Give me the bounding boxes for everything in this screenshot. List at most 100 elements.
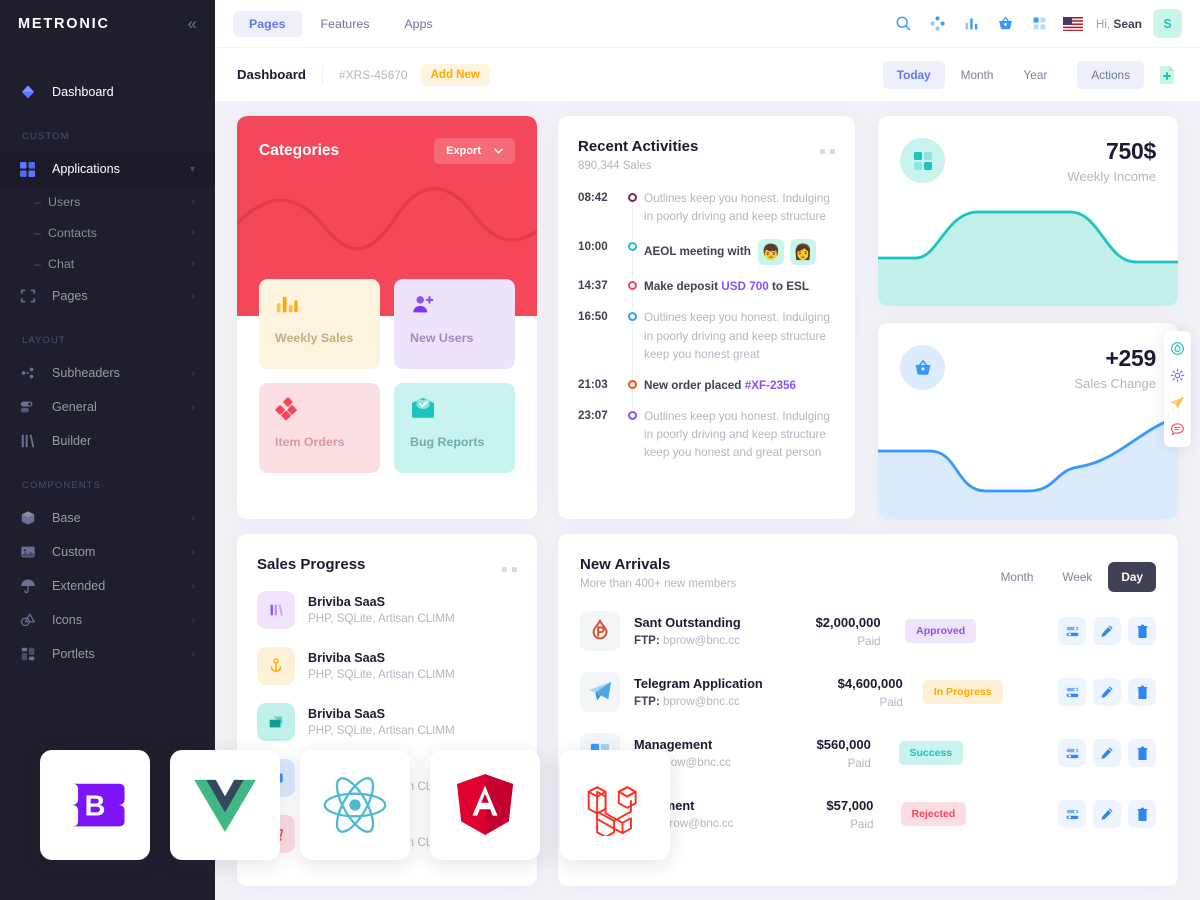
sales-progress-row[interactable]: Briviba SaaS PHP, SQLite, Artisan CLIMM (257, 703, 517, 741)
basket-icon[interactable] (990, 9, 1020, 39)
weekly-income-chart (878, 210, 1178, 306)
top-tabs: Pages Features Apps (233, 10, 449, 37)
sidebar-item-icons[interactable]: Icons › (0, 603, 215, 637)
sales-progress-text: Briviba SaaS PHP, SQLite, Artisan CLIMM (308, 707, 455, 737)
filter-today[interactable]: Today (882, 60, 945, 89)
activity-row: 10:00 AEOL meeting with 👦 👩 (578, 239, 835, 279)
categories-card: Categories Export Weekly Sales New Users (237, 116, 537, 519)
chart-bar-icon[interactable] (956, 9, 986, 39)
sidebar-item-custom[interactable]: Custom › (0, 535, 215, 569)
segment-month[interactable]: Month (988, 562, 1047, 592)
subheader-actions: Today Month Year Actions (882, 60, 1178, 89)
send-icon[interactable] (1164, 389, 1191, 416)
settings-icon[interactable] (1058, 739, 1086, 767)
tile-bug-reports[interactable]: Bug Reports (394, 383, 515, 473)
sidebar-label: Applications (52, 162, 120, 176)
sidebar-item-portlets[interactable]: Portlets › (0, 637, 215, 671)
recent-activities-card: Recent Activities 890,344 Sales 08:42 Out… (558, 116, 855, 519)
greeting: Hi, Sean (1096, 17, 1142, 31)
activity-link[interactable]: USD 700 (721, 280, 768, 293)
trash-icon[interactable] (1128, 678, 1156, 706)
sidebar-label: Contacts (48, 225, 97, 240)
tile-new-users[interactable]: New Users (394, 279, 515, 369)
tile-item-orders[interactable]: Item Orders (259, 383, 380, 473)
tile-weekly-sales[interactable]: Weekly Sales (259, 279, 380, 369)
add-file-icon[interactable] (1156, 63, 1178, 87)
settings-icon[interactable] (1058, 617, 1086, 645)
gear-icon[interactable] (1164, 362, 1191, 389)
activity-row: 16:50 Outlines keep you honest. Indulging… (578, 309, 835, 377)
tab-pages[interactable]: Pages (233, 10, 302, 37)
tab-features[interactable]: Features (305, 11, 386, 37)
segment-week[interactable]: Week (1049, 562, 1105, 592)
sidebar-item-subheaders[interactable]: Subheaders › (0, 356, 215, 390)
avatar[interactable]: S (1153, 9, 1182, 38)
man-avatar: 👦 (757, 239, 784, 266)
row-actions (1058, 617, 1156, 645)
chat-icon[interactable] (1164, 416, 1191, 443)
sidebar-item-applications[interactable]: Applications ▾ (0, 152, 215, 186)
sidebar-label: Extended (52, 579, 106, 593)
laravel-card[interactable] (560, 750, 670, 860)
edit-icon[interactable] (1093, 617, 1121, 645)
filter-year[interactable]: Year (1009, 61, 1061, 89)
activity-content: Outlines keep you honest. Indulging in p… (644, 309, 835, 363)
sidebar-item-users[interactable]: – Users › (0, 186, 215, 217)
sales-progress-row[interactable]: Briviba SaaS PHP, SQLite, Artisan CLIMM (257, 591, 517, 629)
trash-icon[interactable] (1128, 617, 1156, 645)
vue-logo (194, 779, 256, 832)
tile-label: New Users (410, 331, 474, 345)
divider (321, 65, 323, 84)
add-new-button[interactable]: Add New (420, 63, 490, 86)
chevron-right-icon: › (191, 367, 195, 379)
activity-dot-icon (627, 379, 637, 389)
chevron-right-icon: › (191, 290, 195, 302)
sidebar-item-dashboard[interactable]: Dashboard (0, 75, 215, 109)
edit-icon[interactable] (1093, 678, 1121, 706)
tab-apps[interactable]: Apps (388, 11, 448, 37)
search-icon[interactable] (888, 9, 918, 39)
chevron-right-icon: › (191, 614, 195, 626)
flag-us-icon[interactable] (1058, 9, 1088, 39)
filter-month[interactable]: Month (947, 61, 1008, 89)
activity-link[interactable]: #XF-2356 (745, 379, 796, 392)
sidebar-item-contacts[interactable]: – Contacts › (0, 217, 215, 248)
segment-day[interactable]: Day (1108, 562, 1156, 592)
droplet-icon[interactable] (1164, 335, 1191, 362)
trash-icon[interactable] (1128, 800, 1156, 828)
vue-card[interactable] (170, 750, 280, 860)
sales-progress-row[interactable]: Briviba SaaS PHP, SQLite, Artisan CLIMM (257, 647, 517, 685)
recent-activities-title: Recent Activities (578, 138, 699, 155)
sidebar-item-builder[interactable]: Builder (0, 424, 215, 458)
react-card[interactable] (300, 750, 410, 860)
sidebar-nav: Dashboard CUSTOM Applications ▾ – Users › – Con… (0, 47, 215, 671)
sidebar-item-general[interactable]: General › (0, 390, 215, 424)
row-actions (1058, 678, 1156, 706)
sidebar-item-pages[interactable]: Pages › (0, 279, 215, 313)
sidebar-label: Builder (52, 434, 92, 448)
dots-icon[interactable] (820, 149, 835, 154)
weekly-income-card: 750$ Weekly Income (878, 116, 1178, 306)
settings-icon[interactable] (1058, 800, 1086, 828)
edit-icon[interactable] (1093, 739, 1121, 767)
bootstrap-card[interactable]: B (40, 750, 150, 860)
toggle-icon (20, 398, 42, 416)
chevron-double-left-icon[interactable]: « (188, 15, 197, 32)
actions-button[interactable]: Actions (1077, 60, 1144, 89)
dots-icon[interactable] (502, 567, 517, 572)
sidebar-item-chat[interactable]: – Chat › (0, 248, 215, 279)
activity-time: 10:00 (578, 240, 608, 254)
sidebar-item-extended[interactable]: Extended › (0, 569, 215, 603)
trash-icon[interactable] (1128, 739, 1156, 767)
angular-card[interactable] (430, 750, 540, 860)
sidebar-item-base[interactable]: Base › (0, 501, 215, 535)
settings-icon[interactable] (1058, 678, 1086, 706)
edit-icon[interactable] (1093, 800, 1121, 828)
activity-avatars: 👦 👩 (757, 239, 816, 266)
export-button[interactable]: Export (434, 138, 515, 164)
display-icon (257, 703, 295, 741)
activity-text: Outlines keep you honest. Indulging in p… (644, 409, 830, 460)
connection-icon[interactable] (922, 9, 952, 39)
activity-text: AEOL meeting with (644, 245, 751, 259)
grid-icon[interactable] (1024, 9, 1054, 39)
